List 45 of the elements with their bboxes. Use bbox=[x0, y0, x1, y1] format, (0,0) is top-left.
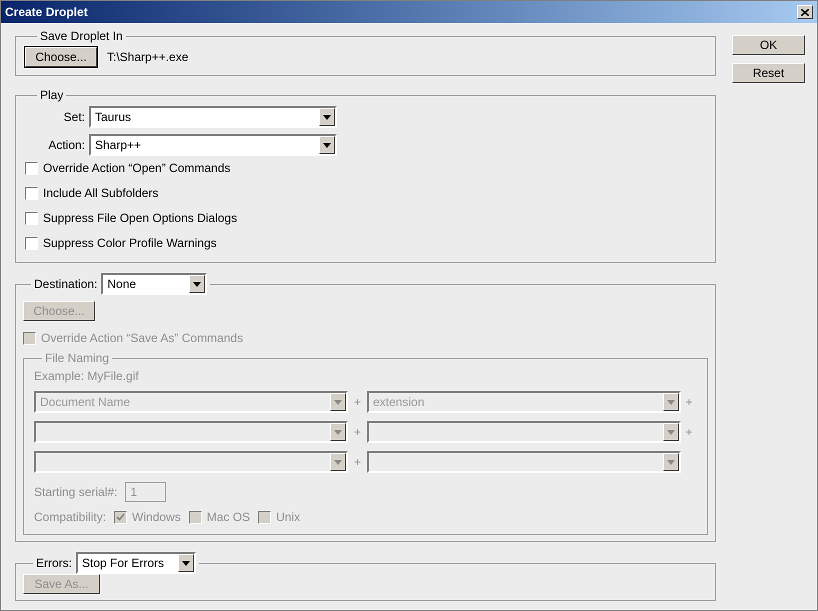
close-button[interactable] bbox=[797, 5, 813, 19]
checkbox[interactable] bbox=[114, 510, 128, 524]
checkbox-label: Unix bbox=[276, 509, 300, 526]
field-label: Set: bbox=[62, 109, 86, 126]
plus-sign: + bbox=[684, 424, 694, 441]
group-title: File Naming bbox=[44, 350, 110, 367]
dropdown[interactable] bbox=[367, 421, 681, 443]
dropdown[interactable]: None bbox=[101, 273, 208, 295]
file-path: T:\Sharp++.exe bbox=[107, 49, 188, 66]
checkbox[interactable] bbox=[25, 212, 38, 224]
checkbox[interactable] bbox=[188, 510, 202, 524]
plus-sign: + bbox=[352, 424, 362, 441]
dialog-button[interactable]: OK bbox=[732, 35, 805, 55]
checkbox[interactable] bbox=[258, 510, 272, 524]
checkbox[interactable] bbox=[25, 162, 38, 174]
dropdown[interactable]: Sharp++ bbox=[89, 134, 337, 156]
field-label: Compatibility: bbox=[34, 509, 106, 526]
checkbox-label: Mac OS bbox=[206, 509, 250, 526]
choose-button[interactable]: Choose... bbox=[25, 47, 97, 67]
checkbox[interactable] bbox=[25, 236, 38, 250]
window-title: Create Droplet bbox=[5, 4, 88, 21]
checkbox[interactable] bbox=[25, 186, 38, 200]
checkbox-label: Override Action “Open” Commands bbox=[43, 160, 230, 177]
group-title: Play bbox=[39, 87, 64, 104]
dropdown[interactable] bbox=[34, 451, 348, 473]
field-label: Errors: bbox=[36, 555, 72, 572]
field-label: Destination: bbox=[34, 276, 98, 293]
group-title: Save Droplet In bbox=[39, 28, 124, 45]
dropdown[interactable] bbox=[34, 421, 348, 443]
dropdown[interactable] bbox=[367, 451, 681, 473]
example-text: Example: MyFile.gif bbox=[34, 368, 140, 385]
checkbox-label: Include All Subfolders bbox=[43, 185, 158, 202]
checkbox-label: Suppress File Open Options Dialogs bbox=[43, 210, 238, 227]
field-label: Action: bbox=[47, 137, 86, 154]
dropdown[interactable]: Stop For Errors bbox=[76, 552, 196, 574]
dropdown[interactable]: Taurus bbox=[89, 106, 337, 128]
plus-sign: + bbox=[352, 394, 362, 411]
checkbox-label: Windows bbox=[132, 509, 181, 526]
checkbox-label: Suppress Color Profile Warnings bbox=[43, 235, 217, 252]
checkbox-label: Override Action “Save As” Commands bbox=[41, 330, 244, 347]
dialog-button[interactable]: Reset bbox=[732, 63, 805, 83]
close-icon bbox=[801, 8, 809, 16]
plus-sign: + bbox=[352, 454, 362, 471]
plus-sign: + bbox=[684, 394, 694, 411]
field-label: Starting serial#: bbox=[34, 484, 118, 501]
